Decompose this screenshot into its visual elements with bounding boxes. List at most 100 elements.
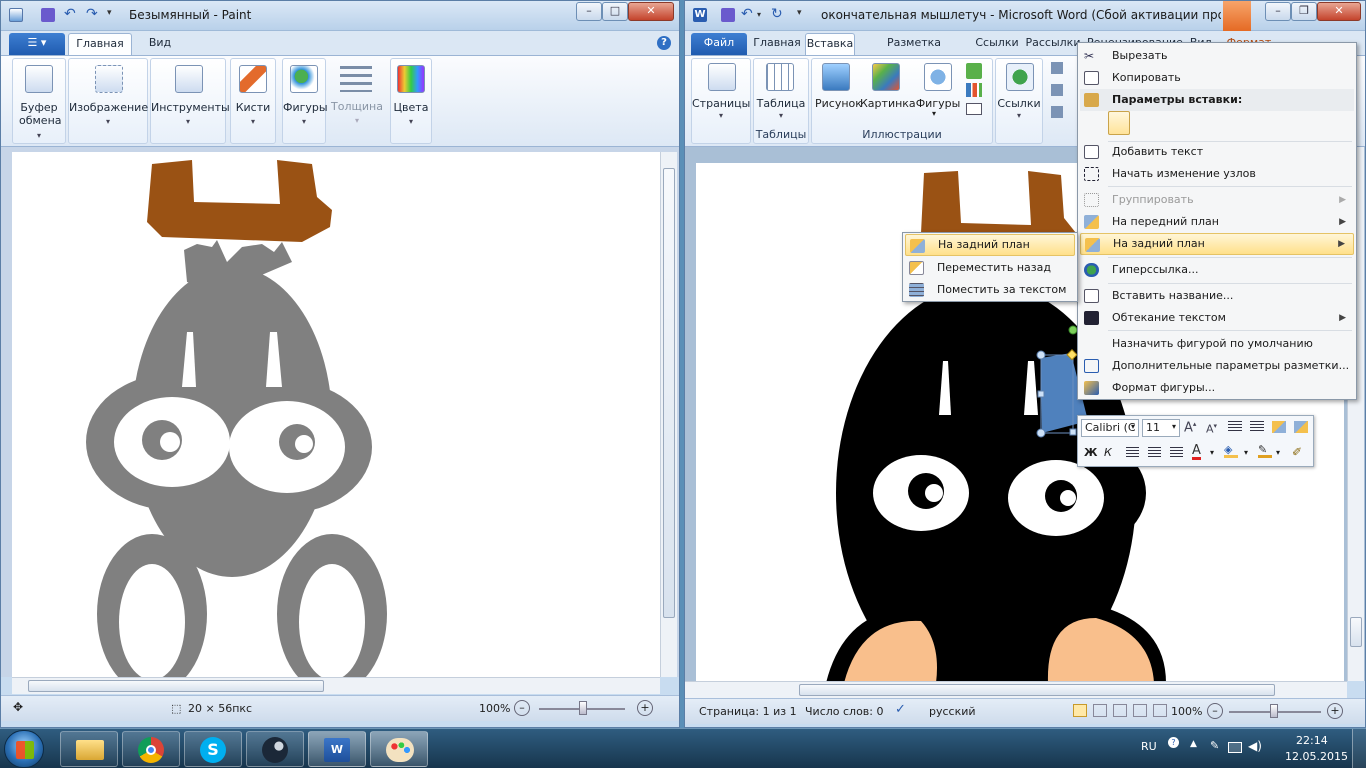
paint-canvas[interactable] [12,152,660,677]
word-save-icon[interactable] [721,8,735,22]
word-tab-references[interactable]: Ссылки [973,33,1021,55]
tray-help-icon[interactable]: ? [1168,737,1179,748]
submenu-send-backward[interactable]: Переместить назад [905,257,1075,279]
tray-language[interactable]: RU [1141,740,1157,753]
paint-menu-button[interactable]: ☰ ▾ [9,33,65,55]
paint-zoom-out-button[interactable]: – [514,700,530,716]
menu-add-text[interactable]: Добавить текст [1080,141,1354,163]
word-word-count[interactable]: Число слов: 0 [805,705,884,718]
word-undo-dropdown-icon[interactable]: ▾ [757,8,771,22]
view-print-layout-icon[interactable] [1073,704,1087,717]
paint-titlebar[interactable]: ↶ ↷ ▾ Безымянный - Paint – □ ✕ [1,1,679,31]
group-shapes[interactable]: Фигуры ▾ [282,58,328,144]
word-app-icon[interactable]: W [693,8,707,22]
paint-maximize-button[interactable]: □ [602,2,628,21]
picture-icon[interactable] [822,63,850,91]
paint-zoom-slider-thumb[interactable] [579,701,587,715]
shapes-insert-icon[interactable] [924,63,952,91]
menu-bring-front[interactable]: На передний план ▶ [1080,211,1354,233]
align-center-icon[interactable] [1148,447,1161,458]
font-color-icon[interactable]: A [1192,444,1201,460]
word-titlebar[interactable]: W ↶ ▾ ↻ ▾ окончательная мышлетуч - Micro… [685,1,1365,31]
paint-horizontal-scrollbar[interactable] [12,677,660,694]
word-group-pages[interactable]: Страницы ▾ [691,58,751,144]
mini-size-dropdown-icon[interactable]: ▾ [1172,422,1176,431]
word-tab-file[interactable]: Файл [691,33,747,55]
group-image[interactable]: Изображение ▾ [68,58,148,144]
tray-clock-date[interactable]: 12.05.2015 [1285,750,1348,763]
tray-volume-icon[interactable]: ◀) [1248,739,1262,753]
word-tab-layout[interactable]: Разметка страницы [858,33,970,69]
size-group[interactable]: Толщина ▾ [329,58,385,144]
tray-network-icon[interactable] [1228,742,1242,753]
menu-format-shape[interactable]: Формат фигуры... [1080,377,1354,399]
paint-app-icon[interactable] [9,8,23,22]
word-vscroll-thumb[interactable] [1350,617,1362,647]
word-qat-customize-icon[interactable]: ▾ [797,8,811,22]
view-web-icon[interactable] [1113,704,1127,717]
qat-customize-icon[interactable]: ▾ [107,8,121,22]
shrink-font-icon[interactable]: A▾ [1206,422,1217,436]
taskbar-chrome[interactable] [122,731,180,767]
menu-cut[interactable]: ✂ Вырезать [1080,45,1354,67]
proofing-icon[interactable]: ✓ [895,702,906,717]
paint-close-button[interactable]: ✕ [628,2,674,21]
taskbar-paint[interactable] [370,731,428,767]
group-tools[interactable]: Инструменты ▾ [150,58,230,144]
group-clipboard[interactable]: Буфер обмена ▾ [12,58,66,144]
group-colors[interactable]: Цвета ▾ [390,58,432,144]
grow-font-icon[interactable]: A▴ [1184,420,1196,435]
word-tab-home[interactable]: Главная [751,33,803,55]
shape-fill-dropdown-icon[interactable]: ▾ [1244,448,1248,457]
paint-tab-home[interactable]: Главная [68,33,132,55]
format-painter-icon[interactable]: ✐ [1292,445,1302,459]
screenshot-icon[interactable] [966,103,982,115]
word-minimize-button[interactable]: – [1265,2,1291,21]
word-tab-mailings[interactable]: Рассылки [1024,33,1082,55]
word-undo-icon[interactable]: ↶ [741,7,755,22]
paint-vscroll-thumb[interactable] [663,168,675,618]
menu-hyperlink[interactable]: Гиперссылка... [1080,259,1354,281]
submenu-send-to-back[interactable]: На задний план [905,234,1075,256]
word-group-links[interactable]: Ссылки ▾ [995,58,1043,144]
view-outline-icon[interactable] [1133,704,1147,717]
word-zoom-level[interactable]: 100% [1171,705,1202,718]
word-horizontal-scrollbar[interactable] [685,681,1347,698]
menu-group[interactable]: Группировать ▶ [1080,189,1354,211]
taskbar-word[interactable]: W [308,731,366,767]
show-desktop-button[interactable] [1352,729,1366,768]
italic-button[interactable]: К [1104,446,1112,459]
paint-vertical-scrollbar[interactable] [660,152,677,677]
menu-send-back[interactable]: На задний план ▶ [1080,233,1354,255]
menu-edit-points[interactable]: Начать изменение узлов [1080,163,1354,185]
menu-insert-caption[interactable]: Вставить название... [1080,285,1354,307]
undo-icon[interactable]: ↶ [64,7,78,22]
word-hscroll-thumb[interactable] [799,684,1275,696]
header-footer-icons[interactable] [1051,62,1063,122]
paint-minimize-button[interactable]: – [576,2,602,21]
table-icon[interactable] [766,63,794,91]
font-color-dropdown-icon[interactable]: ▾ [1210,448,1214,457]
bold-button[interactable]: Ж [1084,446,1097,459]
align-left-icon[interactable] [1126,447,1139,458]
paste-keep-source-button[interactable] [1108,111,1130,135]
group-brushes[interactable]: Кисти ▾ [230,58,276,144]
taskbar-explorer[interactable] [60,731,118,767]
word-page-count[interactable]: Страница: 1 из 1 [699,705,797,718]
start-button[interactable] [4,730,44,768]
shape-outline-icon[interactable]: ✎ [1258,444,1272,458]
shapes-label[interactable]: Фигуры [914,97,962,110]
clipart-icon[interactable] [872,63,900,91]
word-zoom-out-button[interactable]: – [1207,703,1223,719]
smartart-icon[interactable] [966,63,982,79]
tray-expand-icon[interactable]: ▲ [1190,739,1197,749]
picture-label[interactable]: Рисунок [815,97,862,110]
mini-styles-icon[interactable] [1272,421,1286,433]
save-icon[interactable] [41,8,55,22]
word-zoom-in-button[interactable]: + [1327,703,1343,719]
align-right-icon[interactable] [1170,447,1183,458]
decrease-indent-icon[interactable] [1228,421,1242,433]
paint-hscroll-thumb[interactable] [28,680,324,692]
word-tab-insert[interactable]: Вставка [805,33,855,55]
taskbar-steam[interactable] [246,731,304,767]
